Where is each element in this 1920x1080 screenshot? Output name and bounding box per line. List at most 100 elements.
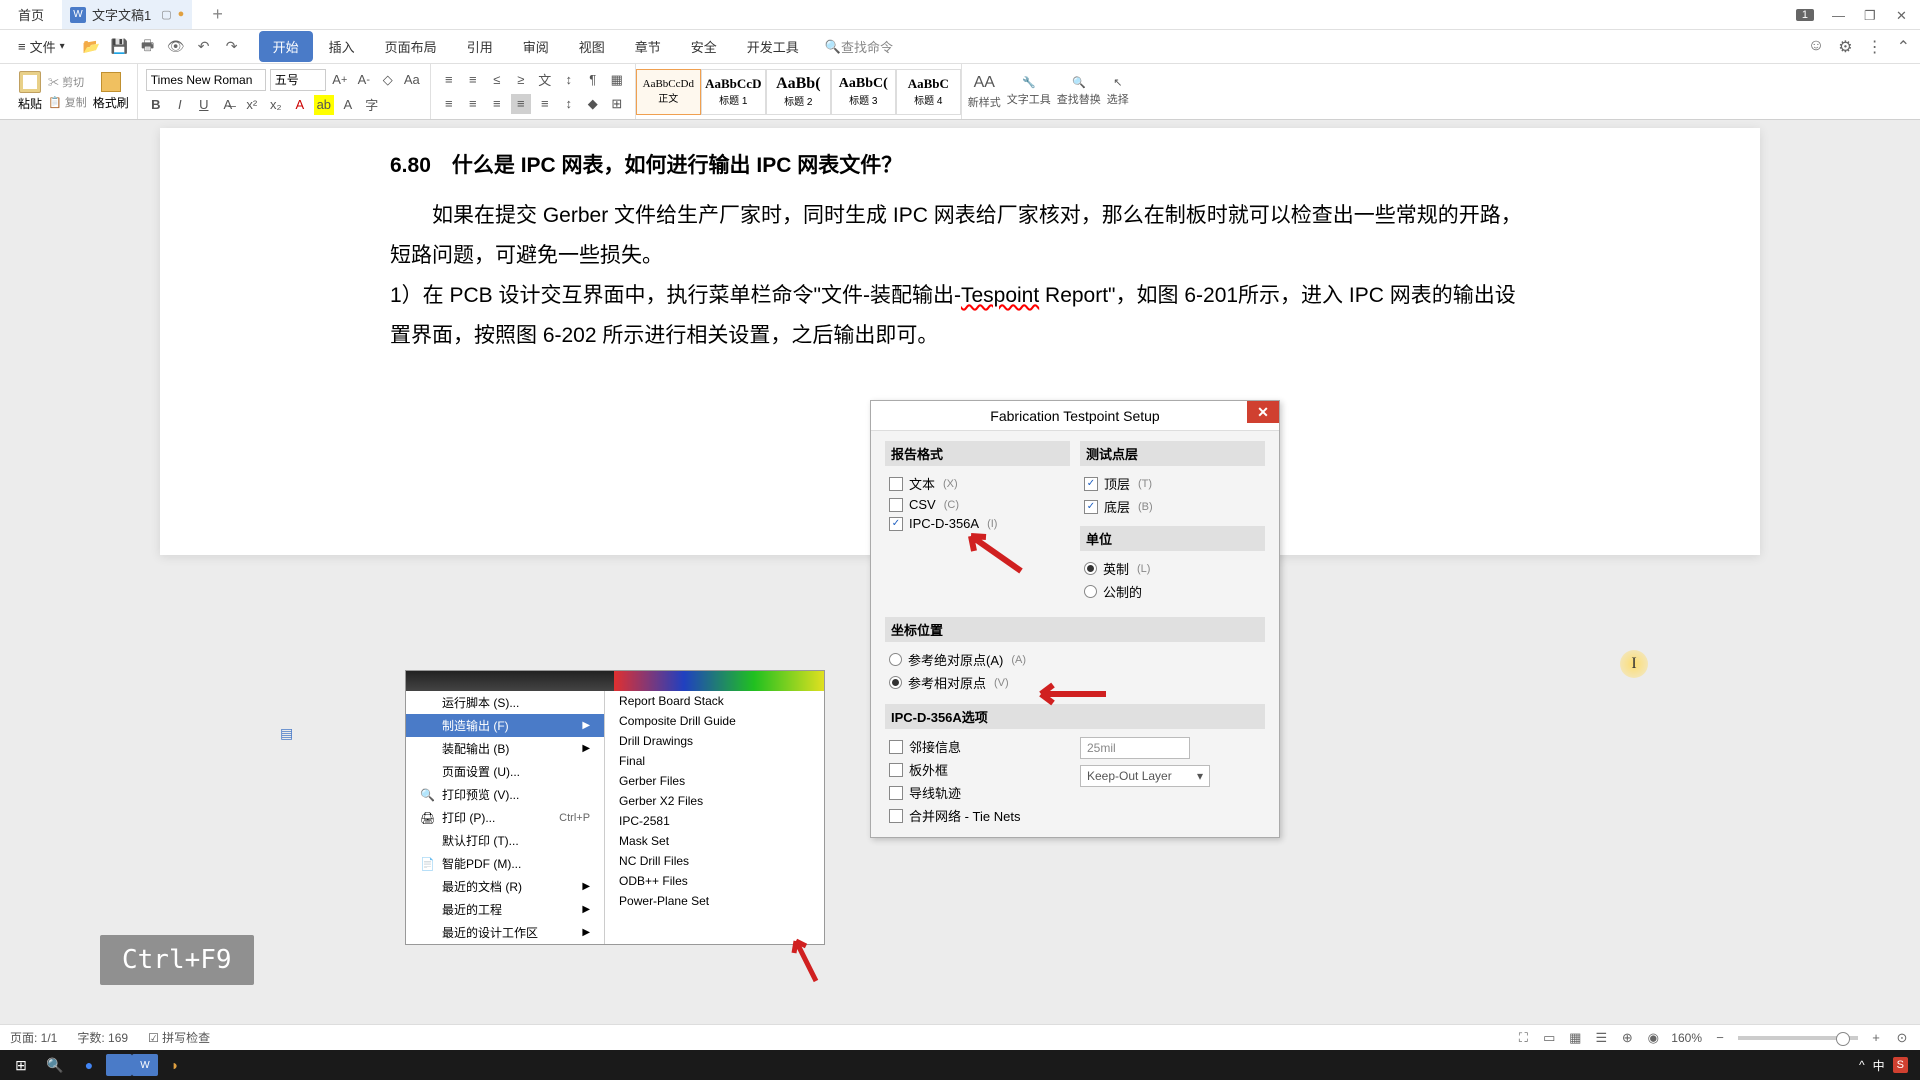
menu-item[interactable]: 页面设置 (U)...: [406, 760, 604, 783]
style-h3[interactable]: AaBbC( 标题 3: [831, 69, 896, 115]
word-count[interactable]: 字数: 169: [77, 1029, 128, 1046]
style-h1[interactable]: AaBbCcD 标题 1: [701, 69, 766, 115]
select-button[interactable]: ↖ 选择: [1107, 76, 1129, 107]
outline-view-icon[interactable]: ☰: [1593, 1030, 1609, 1046]
checkbox-board-outline[interactable]: 板外框: [885, 758, 1070, 781]
chrome-icon[interactable]: ●: [72, 1052, 106, 1078]
submenu-item[interactable]: IPC-2581: [605, 811, 824, 831]
style-h2[interactable]: AaBb( 标题 2: [766, 69, 831, 115]
print-preview-icon[interactable]: 👁: [167, 38, 185, 56]
zoom-in-icon[interactable]: +: [1868, 1030, 1884, 1046]
notification-badge[interactable]: 1: [1796, 9, 1814, 21]
menu-item[interactable]: 制造输出 (F)▶: [406, 714, 604, 737]
zoom-slider[interactable]: [1738, 1036, 1858, 1040]
menu-item[interactable]: 默认打印 (T)...: [406, 829, 604, 852]
checkbox-text[interactable]: 文本(X): [885, 472, 1070, 495]
decrease-font-icon[interactable]: A-: [354, 70, 374, 90]
more-icon[interactable]: ⋮: [1867, 37, 1883, 57]
submenu-item[interactable]: Gerber Files: [605, 771, 824, 791]
submenu-item[interactable]: NC Drill Files: [605, 851, 824, 871]
start-button[interactable]: ⊞: [4, 1052, 38, 1078]
search-command[interactable]: 🔍 查找命令: [825, 37, 893, 56]
radio-metric[interactable]: 公制的: [1080, 580, 1265, 603]
home-tab[interactable]: 首页: [0, 0, 62, 29]
align-left-icon[interactable]: ≡: [439, 94, 459, 114]
shading-icon[interactable]: ◆: [583, 94, 603, 114]
collapse-icon[interactable]: ⌃: [1897, 37, 1910, 57]
checkbox-adjacency[interactable]: 邻接信息: [885, 735, 1070, 758]
text-tools-button[interactable]: 🔧 文字工具: [1007, 76, 1051, 107]
submenu-item[interactable]: Composite Drill Guide: [605, 711, 824, 731]
app-icon-2[interactable]: ◗: [158, 1052, 192, 1078]
copy-button[interactable]: 📋 复制: [48, 94, 87, 110]
style-h4[interactable]: AaBbC 标题 4: [896, 69, 961, 115]
menu-item[interactable]: 装配输出 (B)▶: [406, 737, 604, 760]
tab-start[interactable]: 开始: [259, 31, 313, 62]
cut-button[interactable]: ✂ 剪切: [48, 74, 87, 90]
clear-format-icon[interactable]: ◇: [378, 70, 398, 90]
zoom-level[interactable]: 160%: [1671, 1031, 1702, 1045]
text-direction-icon[interactable]: 文: [535, 70, 555, 90]
gear-icon[interactable]: ⚙: [1838, 37, 1852, 57]
tab-view[interactable]: 视图: [565, 31, 619, 62]
eye-icon[interactable]: ◉: [1645, 1030, 1661, 1046]
phonetic-icon[interactable]: 字: [362, 95, 382, 115]
find-replace-button[interactable]: 🔍 查找替换: [1057, 76, 1101, 107]
board-outline-layer-select[interactable]: Keep-Out Layer▾: [1080, 765, 1210, 787]
line-spacing-icon[interactable]: ↕: [559, 94, 579, 114]
radio-imperial[interactable]: 英制(L): [1080, 557, 1265, 580]
wps-icon[interactable]: W: [132, 1054, 158, 1076]
menu-item[interactable]: 🔍打印预览 (V)...: [406, 783, 604, 806]
minimize-button[interactable]: —: [1832, 8, 1846, 22]
adjacency-distance-input[interactable]: [1080, 737, 1190, 759]
menu-item[interactable]: 📄智能PDF (M)...: [406, 852, 604, 875]
tray-chevron-icon[interactable]: ^: [1859, 1058, 1865, 1072]
menu-item[interactable]: 最近的文档 (R)▶: [406, 875, 604, 898]
radio-absolute[interactable]: 参考绝对原点(A)(A): [885, 648, 1265, 671]
checkbox-tracks[interactable]: 导线轨迹: [885, 781, 1070, 804]
search-button[interactable]: 🔍: [38, 1052, 72, 1078]
submenu-item[interactable]: Final: [605, 751, 824, 771]
tab-page-layout[interactable]: 页面布局: [371, 31, 451, 62]
spellcheck-toggle[interactable]: ☑ 拼写检查: [148, 1029, 210, 1046]
fullscreen-icon[interactable]: ⛶: [1515, 1030, 1531, 1046]
checkbox-bottom[interactable]: ✓底层(B): [1080, 495, 1265, 518]
ime-indicator[interactable]: 中: [1873, 1057, 1885, 1074]
sort-icon[interactable]: ↕: [559, 70, 579, 90]
undo-icon[interactable]: ↶: [195, 38, 213, 56]
bullet-list-icon[interactable]: ≡: [439, 70, 459, 90]
subscript-icon[interactable]: x₂: [266, 95, 286, 115]
menu-item[interactable]: 最近的工程▶: [406, 898, 604, 921]
maximize-button[interactable]: ❐: [1864, 8, 1878, 22]
italic-icon[interactable]: I: [170, 95, 190, 115]
decrease-indent-icon[interactable]: ≤: [487, 70, 507, 90]
underline-icon[interactable]: U: [194, 95, 214, 115]
menu-item[interactable]: 运行脚本 (S)...: [406, 691, 604, 714]
borders-icon[interactable]: ⊞: [607, 94, 627, 114]
submenu-item[interactable]: Drill Drawings: [605, 731, 824, 751]
tab-devtools[interactable]: 开发工具: [733, 31, 813, 62]
format-painter-button[interactable]: 格式刷: [93, 72, 129, 111]
checkbox-merge-nets[interactable]: 合并网络 - Tie Nets: [885, 804, 1070, 827]
submenu-item[interactable]: Mask Set: [605, 831, 824, 851]
bold-icon[interactable]: B: [146, 95, 166, 115]
submenu-item[interactable]: Gerber X2 Files: [605, 791, 824, 811]
open-icon[interactable]: 📂: [83, 38, 101, 56]
paragraph-mark-icon[interactable]: ▤: [280, 725, 293, 742]
show-marks-icon[interactable]: ¶: [583, 70, 603, 90]
superscript-icon[interactable]: x²: [242, 95, 262, 115]
dialog-close-button[interactable]: ✕: [1247, 401, 1279, 423]
sogou-ime-icon[interactable]: S: [1893, 1057, 1908, 1073]
change-case-icon[interactable]: Aa: [402, 70, 422, 90]
save-icon[interactable]: 💾: [111, 38, 129, 56]
tab-pin-icon[interactable]: ▢: [161, 8, 171, 21]
checkbox-top[interactable]: ✓顶层(T): [1080, 472, 1265, 495]
page-view-icon[interactable]: ▦: [1567, 1030, 1583, 1046]
file-menu[interactable]: ≡ 文件 ▾: [10, 37, 73, 56]
document-tab[interactable]: W 文字文稿1 ▢ ●: [62, 0, 192, 29]
tab-review[interactable]: 审阅: [509, 31, 563, 62]
font-name-select[interactable]: [146, 69, 266, 91]
checkbox-ipc[interactable]: ✓IPC-D-356A(I): [885, 514, 1070, 533]
submenu-item[interactable]: Power-Plane Set: [605, 891, 824, 911]
menu-item[interactable]: 最近的设计工作区▶: [406, 921, 604, 944]
